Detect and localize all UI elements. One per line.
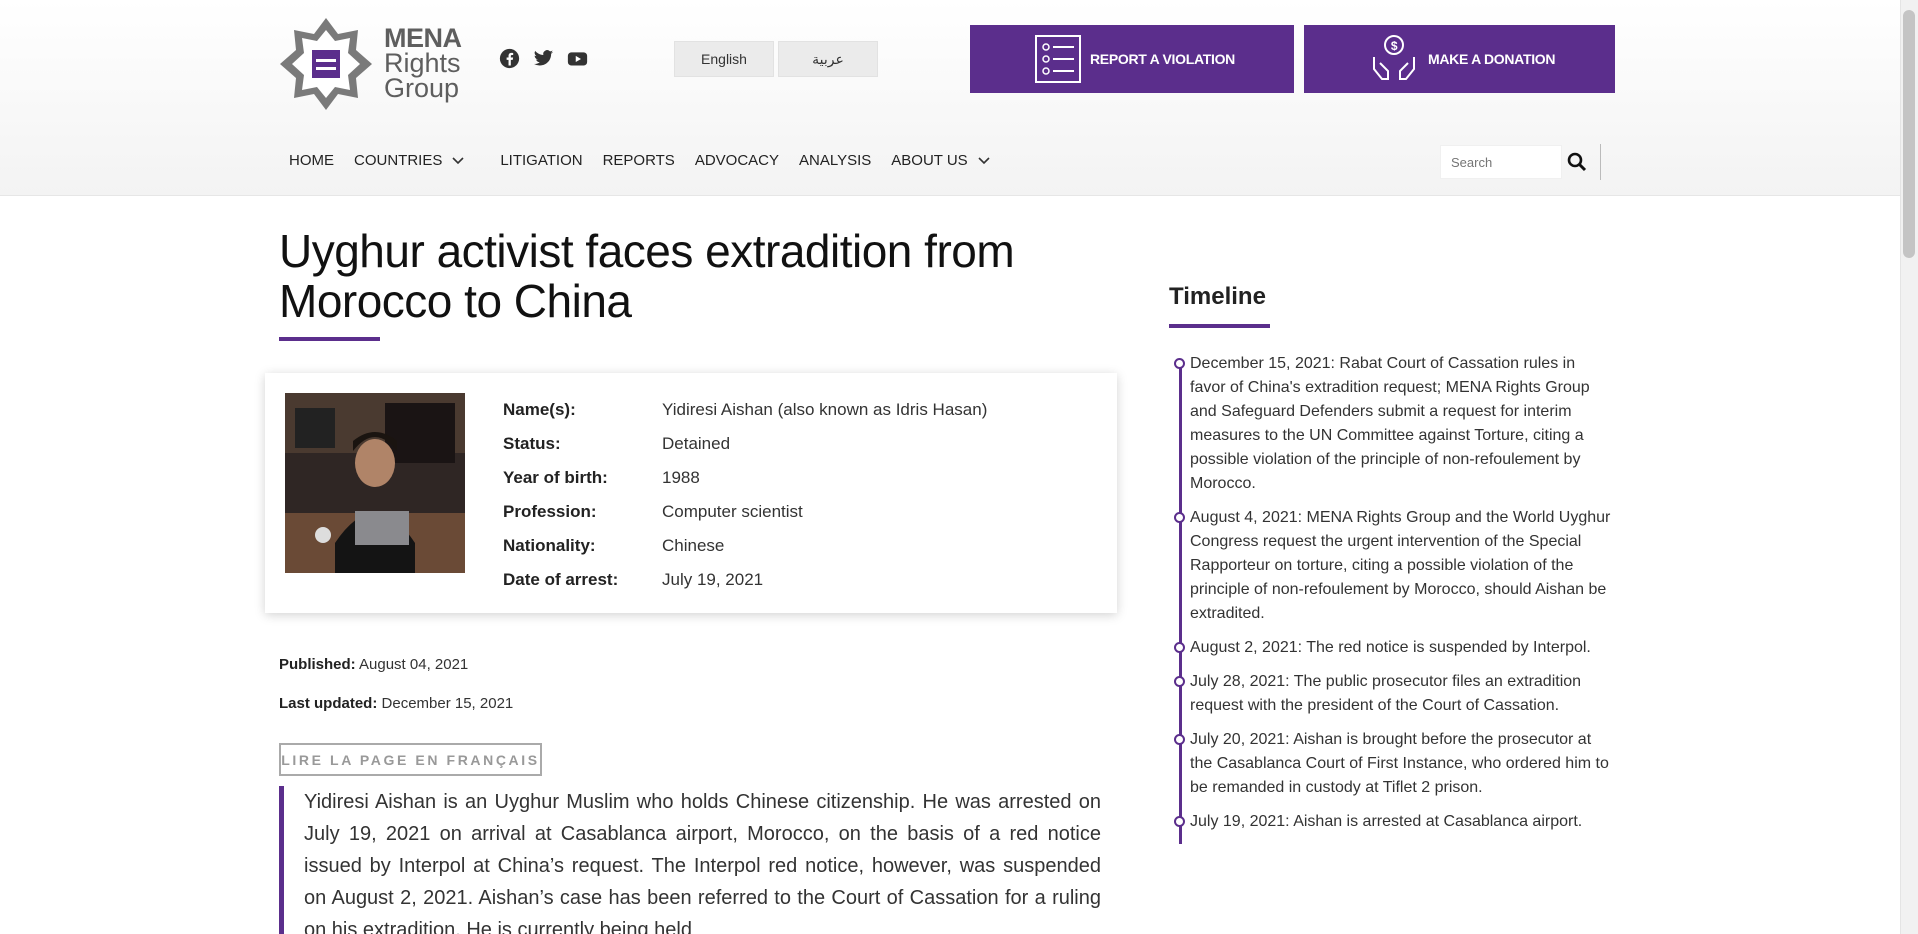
nav-litigation-label: LITIGATION bbox=[500, 152, 583, 169]
nav-countries-label: COUNTRIES bbox=[354, 152, 443, 169]
article-summary: Yidiresi Aishan is an Uyghur Muslim who … bbox=[279, 786, 1101, 934]
lang-english-button[interactable]: English bbox=[674, 41, 774, 77]
updated-value: December 15, 2021 bbox=[381, 695, 514, 712]
profile-value: Computer scientist bbox=[662, 502, 803, 521]
timeline-list: December 15, 2021: Rabat Court of Cassat… bbox=[1174, 352, 1615, 844]
profile-row: Date of arrest: July 19, 2021 bbox=[503, 563, 987, 597]
profile-row: Profession: Computer scientist bbox=[503, 495, 987, 529]
profile-row: Nationality: Chinese bbox=[503, 529, 987, 563]
timeline-item: August 2, 2021: The red notice is suspen… bbox=[1174, 636, 1615, 660]
timeline-dot bbox=[1174, 358, 1185, 369]
lang-arabic-button[interactable]: عربية bbox=[778, 41, 878, 77]
site-logo[interactable]: MENA Rights Group bbox=[278, 16, 478, 112]
nav-analysis[interactable]: ANALYSIS bbox=[799, 152, 871, 169]
report-violation-label: REPORT A VIOLATION bbox=[1090, 51, 1235, 67]
timeline-item-text: July 28, 2021: The public prosecutor fil… bbox=[1190, 673, 1582, 714]
profile-label: Nationality: bbox=[503, 536, 596, 555]
chevron-down-icon bbox=[452, 152, 464, 169]
timeline-item-text: December 15, 2021: Rabat Court of Cassat… bbox=[1190, 355, 1590, 492]
published-date: Published: August 04, 2021 bbox=[279, 656, 468, 673]
nav-about-us[interactable]: ABOUT US bbox=[891, 152, 990, 169]
profile-value: Detained bbox=[662, 434, 731, 453]
timeline-line bbox=[1179, 360, 1182, 844]
checklist-icon bbox=[1035, 35, 1081, 83]
donation-hands-icon: $ bbox=[1373, 35, 1415, 80]
timeline-item: July 28, 2021: The public prosecutor fil… bbox=[1174, 670, 1615, 718]
search-input[interactable] bbox=[1440, 145, 1562, 179]
logo-wordmark: MENA Rights Group bbox=[384, 25, 462, 103]
profile-details: Name(s): Yidiresi Aishan (also known as I… bbox=[503, 393, 987, 597]
logo-line-3: Group bbox=[384, 73, 460, 103]
timeline-item-text: July 20, 2021: Aishan is brought before … bbox=[1190, 731, 1609, 796]
profile-label: Year of birth: bbox=[503, 468, 608, 487]
profile-value: July 19, 2021 bbox=[662, 570, 764, 589]
profile-card: Name(s): Yidiresi Aishan (also known as I… bbox=[265, 373, 1117, 613]
nav-reports[interactable]: REPORTS bbox=[603, 152, 675, 169]
social-links bbox=[499, 48, 588, 69]
page-title: Uyghur activist faces extradition from M… bbox=[279, 225, 1015, 327]
svg-text:$: $ bbox=[1391, 39, 1398, 53]
timeline-item-text: August 4, 2021: MENA Rights Group and th… bbox=[1190, 509, 1611, 622]
nav-countries[interactable]: COUNTRIES bbox=[354, 152, 464, 169]
timeline-underline bbox=[1169, 324, 1270, 328]
timeline-dot bbox=[1174, 676, 1185, 687]
profile-row: Status: Detained bbox=[503, 427, 987, 461]
french-version-link[interactable]: LIRE LA PAGE EN FRANÇAIS bbox=[279, 743, 542, 776]
report-violation-button[interactable]: REPORT A VIOLATION bbox=[970, 25, 1294, 93]
site-header: MENA Rights Group English عربية REPORT A… bbox=[0, 0, 1900, 196]
timeline-dot bbox=[1174, 642, 1185, 653]
nav-analysis-label: ANALYSIS bbox=[799, 152, 872, 169]
timeline-dot bbox=[1174, 734, 1185, 745]
nav-advocacy[interactable]: ADVOCACY bbox=[695, 152, 779, 169]
make-donation-button[interactable]: $ MAKE A DONATION bbox=[1304, 25, 1615, 93]
profile-label: Date of arrest: bbox=[503, 570, 619, 589]
logo-mark-icon bbox=[280, 18, 372, 110]
facebook-icon[interactable] bbox=[499, 48, 520, 69]
profile-label: Name(s): bbox=[503, 400, 576, 419]
nav-reports-label: REPORTS bbox=[602, 152, 675, 169]
nav-advocacy-label: ADVOCACY bbox=[694, 152, 780, 169]
search-divider bbox=[1600, 144, 1601, 180]
profile-photo bbox=[285, 393, 465, 573]
updated-label: Last updated: bbox=[279, 695, 378, 712]
profile-value: 1988 bbox=[662, 468, 700, 487]
timeline-title: Timeline bbox=[1169, 283, 1266, 310]
published-label: Published: bbox=[279, 656, 356, 673]
twitter-icon[interactable] bbox=[533, 48, 554, 69]
nav-home[interactable]: HOME bbox=[289, 152, 334, 169]
profile-value: Chinese bbox=[662, 536, 725, 555]
nav-about-us-label: ABOUT US bbox=[891, 152, 968, 169]
timeline-item-text: July 19, 2021: Aishan is arrested at Cas… bbox=[1190, 813, 1583, 830]
timeline-dot bbox=[1174, 512, 1185, 523]
profile-label: Profession: bbox=[503, 502, 597, 521]
profile-row: Name(s): Yidiresi Aishan (also known as I… bbox=[503, 393, 987, 427]
published-value: August 04, 2021 bbox=[359, 656, 469, 673]
updated-date: Last updated: December 15, 2021 bbox=[279, 695, 513, 712]
timeline-item: July 20, 2021: Aishan is brought before … bbox=[1174, 728, 1615, 800]
profile-value: Yidiresi Aishan (also known as Idris Has… bbox=[662, 400, 988, 419]
timeline-item: December 15, 2021: Rabat Court of Cassat… bbox=[1174, 352, 1615, 496]
chevron-down-icon bbox=[978, 152, 990, 169]
timeline-item: July 19, 2021: Aishan is arrested at Cas… bbox=[1174, 810, 1615, 834]
nav-home-label: HOME bbox=[289, 152, 334, 169]
main-nav: HOME COUNTRIES LITIGATION REPORTS ADVOCA… bbox=[289, 152, 1010, 169]
timeline-item: August 4, 2021: MENA Rights Group and th… bbox=[1174, 506, 1615, 626]
page-scrollbar[interactable] bbox=[1900, 0, 1918, 934]
scrollbar-thumb[interactable] bbox=[1903, 10, 1915, 258]
youtube-icon[interactable] bbox=[567, 48, 588, 69]
make-donation-label: MAKE A DONATION bbox=[1428, 51, 1556, 67]
profile-label: Status: bbox=[503, 434, 561, 453]
timeline-item-text: August 2, 2021: The red notice is suspen… bbox=[1190, 639, 1591, 656]
profile-row: Year of birth: 1988 bbox=[503, 461, 987, 495]
search-icon[interactable] bbox=[1567, 152, 1587, 172]
timeline-dot bbox=[1174, 816, 1185, 827]
nav-litigation[interactable]: LITIGATION bbox=[500, 152, 582, 169]
title-underline bbox=[279, 337, 380, 341]
